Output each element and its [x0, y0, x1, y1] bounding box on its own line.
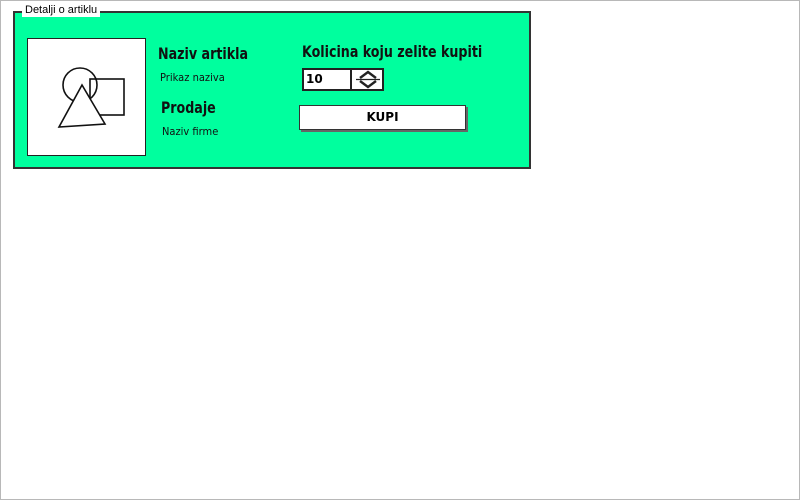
seller-heading: Prodaje	[161, 98, 216, 117]
buy-button[interactable]: KUPI	[299, 105, 466, 130]
image-placeholder-icon	[57, 67, 125, 128]
quantity-value[interactable]: 10	[306, 72, 323, 86]
product-name-heading: Naziv artikla	[158, 44, 249, 63]
quantity-stepper[interactable]: 10	[302, 68, 384, 91]
product-name-value: Prikaz naziva	[160, 71, 225, 84]
up-down-arrows-icon[interactable]	[354, 70, 382, 89]
product-image	[27, 38, 146, 156]
quantity-label: Kolicina koju zelite kupiti	[302, 42, 483, 61]
stepper-divider	[350, 70, 352, 89]
seller-value: Naziv firme	[162, 125, 219, 138]
panel-legend: Detalji o artiklu	[22, 4, 101, 17]
